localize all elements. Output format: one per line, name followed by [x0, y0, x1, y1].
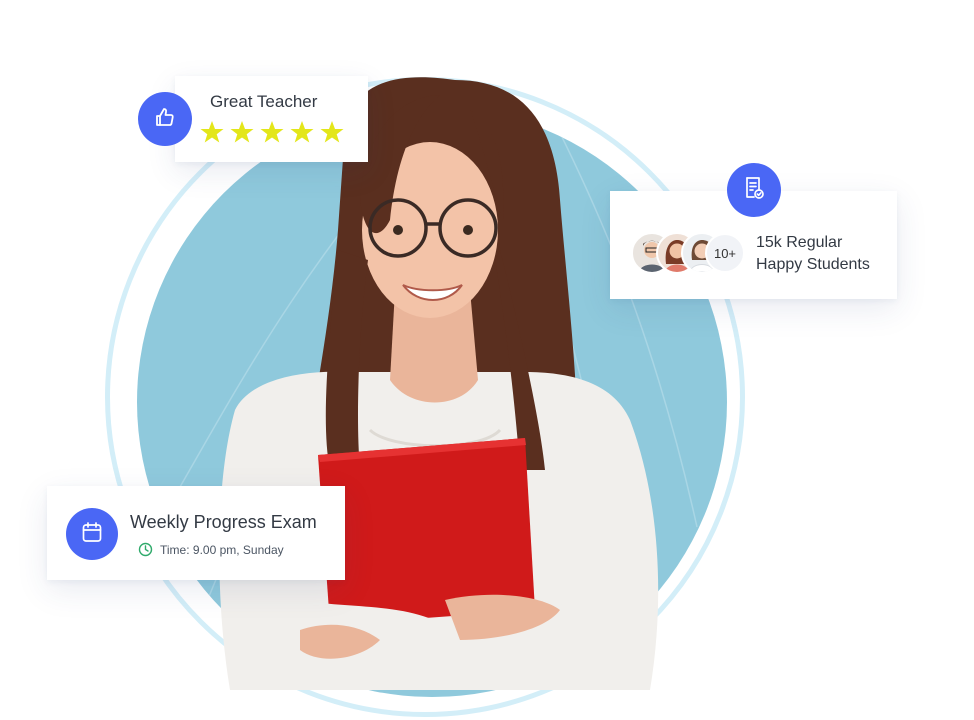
star-icon [320, 121, 344, 143]
rating-stars [200, 121, 344, 143]
rating-badge [138, 92, 192, 146]
exam-badge [66, 508, 118, 560]
more-students-badge: 10+ [705, 233, 745, 273]
thumbs-up-icon [153, 105, 177, 134]
exam-time: Time: 9.00 pm, Sunday [160, 543, 284, 557]
star-icon [200, 121, 224, 143]
students-line1: 15k Regular [756, 234, 843, 251]
certificate-icon [743, 176, 765, 205]
exam-title: Weekly Progress Exam [130, 512, 317, 532]
students-badge [727, 163, 781, 217]
star-icon [260, 121, 284, 143]
students-line2: Happy Students [756, 256, 870, 273]
calendar-icon [81, 521, 103, 548]
star-icon [230, 121, 254, 143]
star-icon [290, 121, 314, 143]
rating-title: Great Teacher [210, 92, 318, 111]
clock-icon [138, 542, 153, 562]
